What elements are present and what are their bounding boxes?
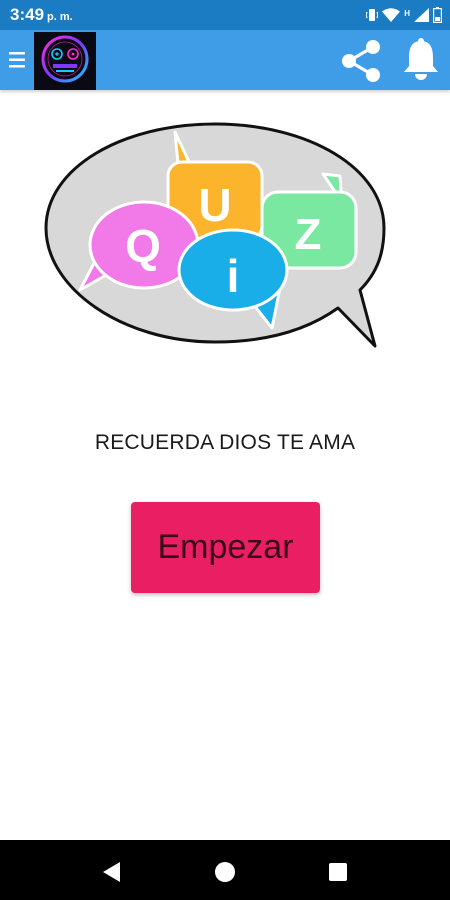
- status-time-ampm: p. m.: [47, 11, 73, 23]
- recents-icon[interactable]: [326, 860, 350, 884]
- back-icon[interactable]: [100, 860, 124, 884]
- quiz-letter-z: Z: [295, 210, 322, 259]
- battery-icon: [433, 7, 442, 23]
- quiz-letter-q: Q: [125, 220, 161, 272]
- wifi-icon: [382, 8, 401, 22]
- start-button[interactable]: Empezar: [131, 502, 320, 593]
- app-logo-image: [34, 32, 96, 90]
- quiz-logo: U Z Q i: [44, 122, 386, 348]
- network-type-label: H: [404, 8, 410, 18]
- menu-icon[interactable]: [8, 50, 28, 70]
- quiz-letter-i: i: [227, 250, 240, 302]
- status-icons: H: [366, 6, 442, 24]
- navigation-bar: [0, 840, 450, 900]
- share-icon[interactable]: [338, 38, 384, 84]
- tagline-text: RECUERDA DIOS TE AMA: [94, 431, 356, 454]
- quiz-letter-u: U: [198, 179, 231, 231]
- status-time: 3:49 p. m.: [10, 5, 73, 25]
- bell-icon[interactable]: [401, 36, 441, 80]
- vibrate-icon: [366, 9, 379, 21]
- status-time-value: 3:49: [10, 5, 45, 24]
- status-bar: 3:49 p. m. H: [0, 0, 450, 30]
- signal-icon: [414, 8, 429, 22]
- home-icon[interactable]: [213, 860, 237, 884]
- app-logo[interactable]: [34, 32, 96, 90]
